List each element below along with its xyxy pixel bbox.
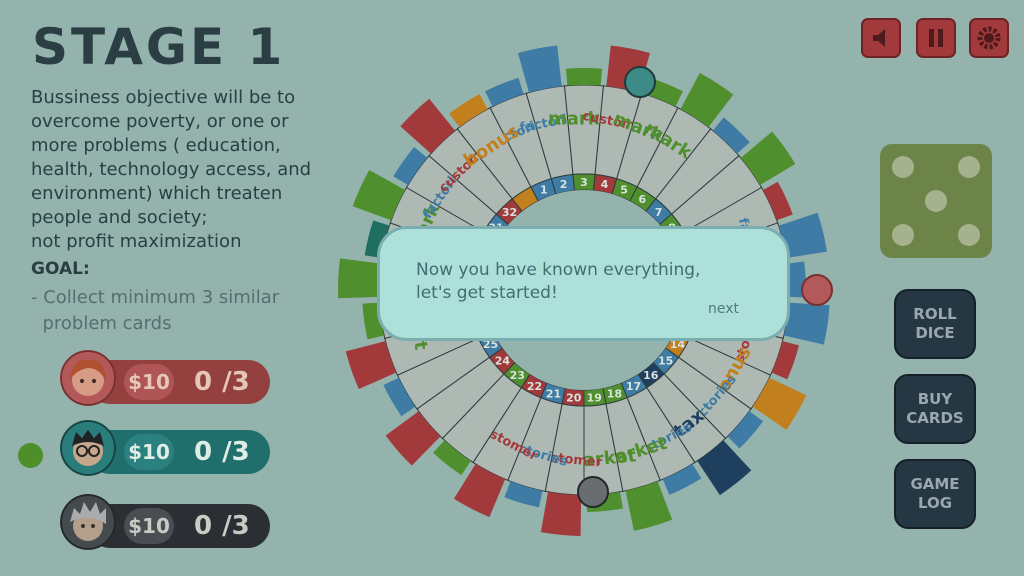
tile-number: 18 xyxy=(607,388,622,401)
tile-number: 4 xyxy=(601,178,609,191)
dice-pip xyxy=(892,224,914,246)
board-tile-icon-band xyxy=(517,45,562,93)
game-screen: STAGE 1 Bussiness objective will be to o… xyxy=(0,0,1024,576)
player-token-glasses-boy xyxy=(624,66,656,98)
tile-number: 2 xyxy=(560,178,568,191)
pause-icon xyxy=(929,29,943,47)
tile-number: 1 xyxy=(540,184,548,197)
tile-number: 19 xyxy=(587,392,602,405)
board-tile-icon-band xyxy=(783,302,830,345)
tile-number: 3 xyxy=(580,176,588,189)
tile-number: 15 xyxy=(658,355,673,368)
tutorial-dialog: Now you have known everything, let's get… xyxy=(377,226,790,341)
buy-cards-button[interactable]: BUY CARDS xyxy=(894,374,976,444)
tile-number: 17 xyxy=(626,380,641,393)
tile-number: 23 xyxy=(510,369,525,382)
gear-icon xyxy=(977,26,1001,50)
tile-number: 24 xyxy=(495,355,511,368)
tile-number: 22 xyxy=(527,380,542,393)
dice[interactable] xyxy=(880,144,992,258)
tile-number: 32 xyxy=(502,206,517,219)
board-tile-icon-band xyxy=(565,68,603,86)
tile-number: 21 xyxy=(546,388,561,401)
dice-pip xyxy=(958,224,980,246)
player-token-grey-hair xyxy=(577,476,609,508)
board-tile-icon-band xyxy=(338,258,381,299)
board-tile-icon-band xyxy=(540,491,582,536)
dialog-message: Now you have known everything, let's get… xyxy=(416,260,701,303)
player-token-red-hair xyxy=(801,274,833,306)
dice-pip xyxy=(958,156,980,178)
dice-pip xyxy=(925,190,947,212)
next-button[interactable]: next xyxy=(708,301,739,317)
sound-icon xyxy=(873,29,885,47)
settings-button[interactable] xyxy=(969,18,1009,58)
pause-button[interactable] xyxy=(916,18,956,58)
roll-dice-button[interactable]: ROLL DICE xyxy=(894,289,976,359)
dice-pip xyxy=(892,156,914,178)
game-log-button[interactable]: GAME LOG xyxy=(894,459,976,529)
tile-number: 20 xyxy=(566,392,582,405)
sound-button[interactable] xyxy=(861,18,901,58)
tile-number: 7 xyxy=(655,206,663,219)
tile-number: 16 xyxy=(643,369,659,382)
tile-number: 6 xyxy=(639,193,647,206)
tile-number: 5 xyxy=(620,184,628,197)
